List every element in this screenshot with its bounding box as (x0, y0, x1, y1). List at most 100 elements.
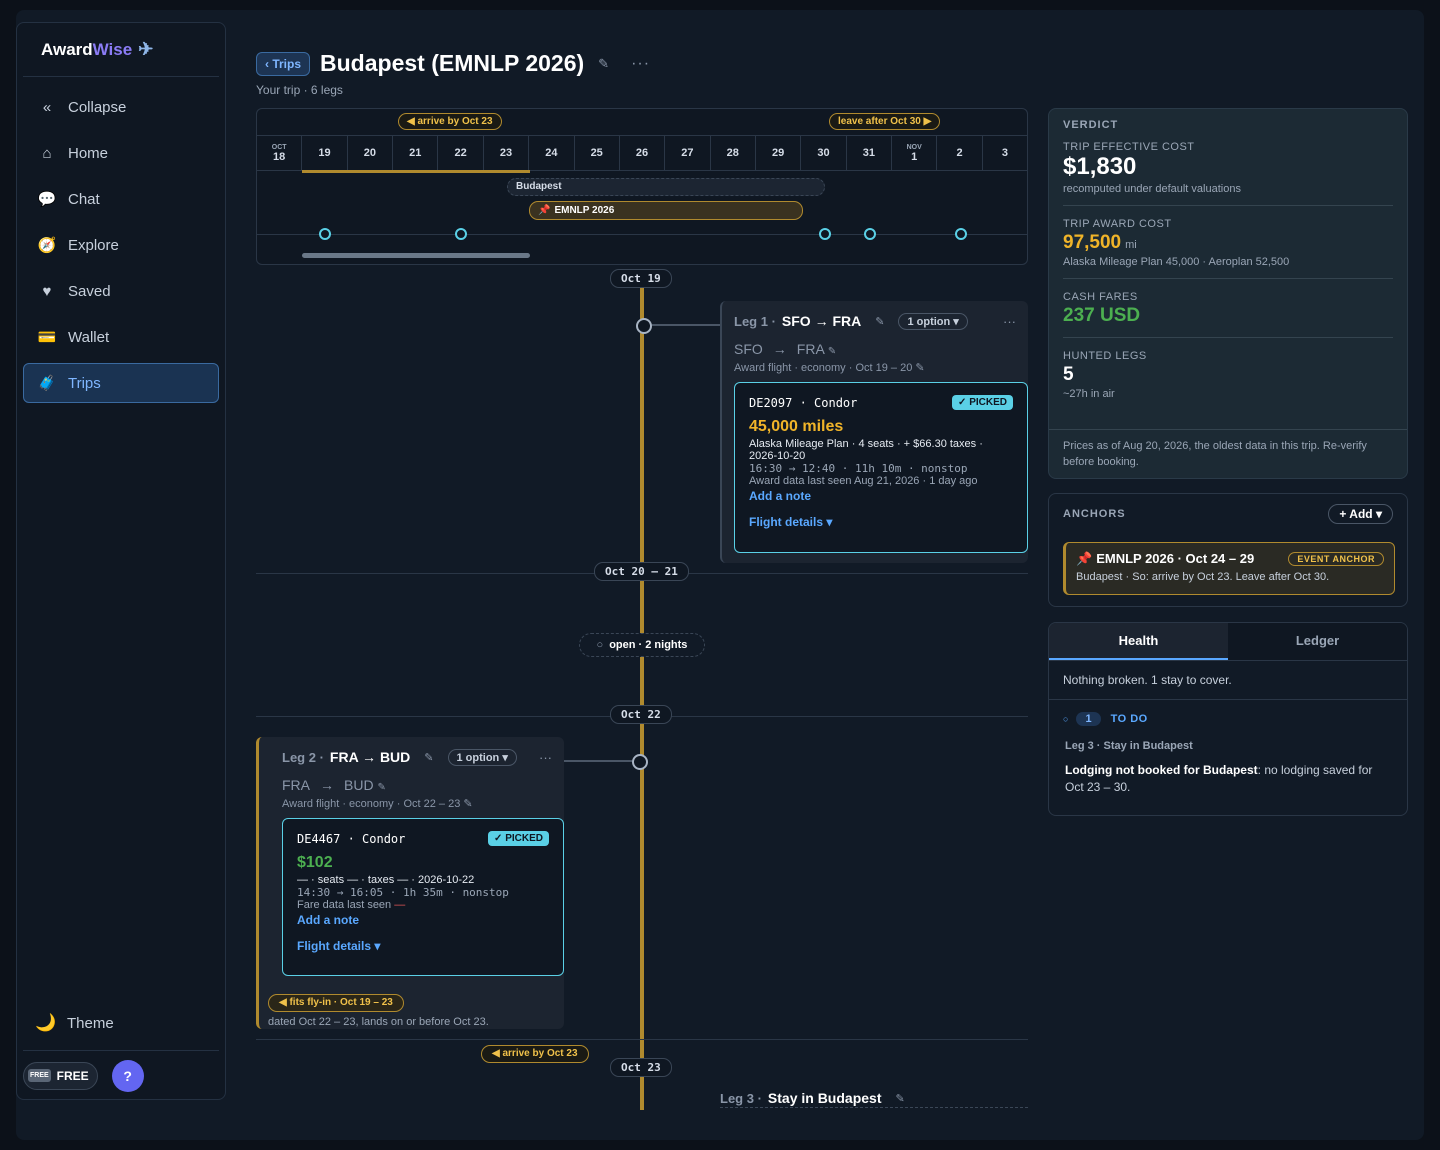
trip-calendar: ◀ arrive by Oct 23 leave after Oct 30 ▶ … (256, 108, 1028, 265)
edit-leg-icon[interactable]: ✎ (896, 1092, 905, 1105)
calendar-day[interactable]: 23 (484, 136, 530, 170)
sidebar-item-saved[interactable]: ♥ Saved (23, 271, 219, 311)
moon-icon: 🌙 (35, 1013, 57, 1032)
sidebar-item-chat[interactable]: 💬 Chat (23, 179, 219, 219)
sidebar-item-collapse[interactable]: « Collapse (23, 87, 219, 127)
plan-badge[interactable]: FREE FREE (23, 1061, 98, 1090)
wallet-icon: 💳 (37, 329, 57, 346)
brand-name-award: Award (41, 39, 93, 59)
leg-route: FRA → BUD (329, 749, 411, 765)
luggage-icon: 🧳 (37, 375, 57, 392)
leg-summary[interactable]: Award flight · economy · Oct 22 – 23 ✎ (282, 797, 552, 810)
tab-ledger[interactable]: Ledger (1228, 623, 1407, 660)
back-to-trips-button[interactable]: ‹ Trips (256, 51, 311, 76)
cash-price: $102 (297, 854, 333, 871)
theme-toggle[interactable]: 🌙 Theme (23, 1003, 219, 1043)
leg-card-3[interactable]: Leg 3 · Stay in Budapest ✎ (720, 1090, 905, 1106)
flight-marker[interactable] (319, 228, 331, 240)
calendar-day[interactable]: 20 (348, 136, 394, 170)
flight-option-card[interactable]: DE4467 · Condor ✓ PICKED $102 — · seats … (282, 818, 564, 976)
sidebar-item-wallet[interactable]: 💳 Wallet (23, 317, 219, 357)
edit-title-icon[interactable]: ✎ (598, 56, 609, 72)
sidebar-item-home[interactable]: ⌂ Home (23, 133, 219, 173)
todo-header[interactable]: ○ 1 TO DO (1049, 700, 1407, 726)
flight-marker[interactable] (955, 228, 967, 240)
hunted-legs-section: HUNTED LEGS 5 ~27h in air (1063, 350, 1393, 400)
event-anchor-badge: EVENT ANCHOR (1288, 552, 1384, 566)
sidebar-item-trips[interactable]: 🧳 Trips (23, 363, 219, 403)
brand-name-wise: Wise (92, 39, 133, 59)
flight-option-card[interactable]: DE2097 · Condor ✓ PICKED 45,000 miles Al… (734, 382, 1028, 553)
calendar-day[interactable]: 3 (983, 136, 1027, 170)
calendar-day[interactable]: 28 (711, 136, 756, 170)
calendar-scrollbar[interactable] (302, 253, 530, 258)
pin-icon: 📌 (1076, 551, 1093, 566)
flight-details-toggle[interactable]: Flight details ▾ (297, 939, 549, 953)
add-note-link[interactable]: Add a note (749, 489, 1013, 503)
event-bar-emnlp[interactable]: 📌 EMNLP 2026 (529, 201, 803, 220)
calendar-day[interactable]: 26 (620, 136, 666, 170)
calendar-day-number: 22 (454, 147, 467, 159)
open-gap-pill[interactable]: ○ open · 2 nights (579, 633, 705, 657)
options-dropdown[interactable]: 1 option ▾ (898, 312, 968, 330)
flight-number: DE4467 · Condor (297, 831, 406, 846)
add-anchor-button[interactable]: + Add ▾ (1328, 504, 1393, 524)
calendar-day[interactable]: OCT 18 (257, 136, 303, 170)
calendar-day[interactable]: 22 (438, 136, 484, 170)
calendar-day-number: 21 (409, 147, 422, 159)
hunted-legs-label: HUNTED LEGS (1063, 350, 1147, 362)
calendar-day[interactable]: 25 (575, 136, 620, 170)
add-note-link[interactable]: Add a note (297, 913, 549, 927)
calendar-day[interactable]: 30 (801, 136, 847, 170)
hunted-legs-value: 5 (1063, 364, 1074, 385)
sidebar-item-label: Collapse (68, 98, 127, 116)
sidebar-footer: FREE FREE ? (23, 1050, 219, 1100)
fare-details: Alaska Mileage Plan · 4 seats · + $66.30… (749, 438, 983, 462)
arrive-by-badge: ◀ arrive by Oct 23 (481, 1045, 589, 1063)
calendar-day[interactable]: 29 (756, 136, 802, 170)
calendar-day-number: 19 (318, 147, 331, 159)
edit-leg-icon[interactable]: ✎ (424, 751, 433, 764)
sidebar-item-label: Saved (68, 282, 111, 300)
health-summary: Nothing broken. 1 stay to cover. (1049, 661, 1407, 700)
destination-airport: FRA (796, 341, 825, 357)
sidebar-item-label: Home (68, 144, 109, 162)
leg-airports[interactable]: SFO → FRA ✎ (734, 341, 1016, 357)
flight-details-toggle[interactable]: Flight details ▾ (749, 515, 1013, 529)
edit-leg-icon[interactable]: ✎ (875, 315, 884, 328)
origin-airport: FRA (282, 777, 310, 793)
anchor-card[interactable]: 📌 EMNLP 2026 · Oct 24 – 29 EVENT ANCHOR B… (1063, 542, 1395, 595)
leg-more-icon[interactable]: ··· (1003, 314, 1016, 329)
flight-number: DE2097 · Condor (749, 395, 858, 410)
calendar-day[interactable]: NOV 1 (892, 136, 938, 170)
stay-bar-budapest[interactable]: Budapest (507, 178, 825, 196)
page-title: Budapest (EMNLP 2026) (320, 50, 585, 76)
timeline-node[interactable] (632, 754, 648, 770)
anchors-caption: ANCHORS (1063, 508, 1126, 520)
sidebar-item-explore[interactable]: 🧭 Explore (23, 225, 219, 265)
leg-summary[interactable]: Award flight · economy · Oct 19 – 20 ✎ (734, 361, 1016, 374)
trip-subtitle: Your trip · 6 legs (256, 83, 343, 97)
calendar-day[interactable]: 21 (393, 136, 439, 170)
leg-airports[interactable]: FRA → BUD ✎ (282, 777, 552, 793)
effective-cost-label: TRIP EFFECTIVE COST (1063, 141, 1195, 153)
options-dropdown[interactable]: 1 option ▾ (447, 748, 517, 766)
calendar-day[interactable]: 19 (302, 136, 348, 170)
flight-marker[interactable] (455, 228, 467, 240)
leg-3-divider (720, 1107, 1028, 1108)
leg-more-icon[interactable]: ··· (539, 750, 552, 765)
event-label: EMNLP 2026 (554, 205, 615, 216)
calendar-day[interactable]: 31 (847, 136, 893, 170)
tab-health[interactable]: Health (1049, 623, 1228, 660)
flight-marker[interactable] (819, 228, 831, 240)
help-button[interactable]: ? (111, 1059, 144, 1092)
timeline-node[interactable] (636, 318, 652, 334)
flight-marker[interactable] (864, 228, 876, 240)
plan-label: FREE (56, 1068, 89, 1083)
leg-number: Leg 2 · (282, 749, 324, 765)
calendar-day[interactable]: 24 (529, 136, 575, 170)
calendar-day[interactable]: 2 (937, 136, 983, 170)
calendar-day[interactable]: 27 (665, 136, 711, 170)
brand-logo[interactable]: Award Wise ✈ (23, 23, 219, 77)
more-options-icon[interactable]: ··· (631, 55, 650, 73)
